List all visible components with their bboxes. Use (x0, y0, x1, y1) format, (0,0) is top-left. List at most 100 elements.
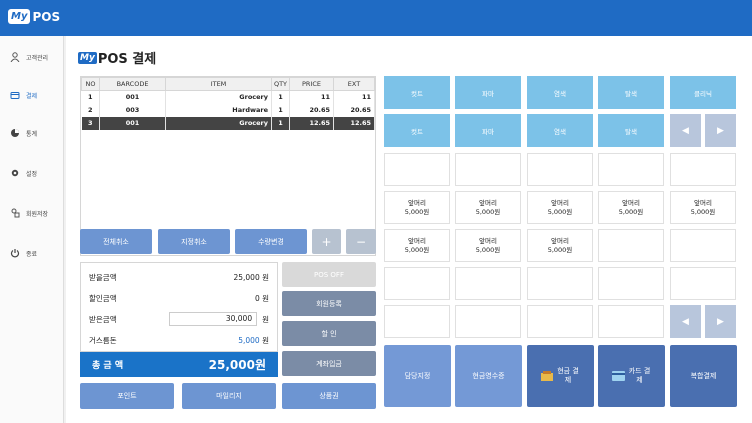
discount-label: 할인금액 (89, 293, 117, 303)
product-bangs[interactable]: 앞머리 5,000원 (527, 229, 593, 262)
category-bleach[interactable]: 탈색 (598, 76, 664, 109)
cell-barcode: 001 (99, 116, 166, 130)
product-bangs[interactable]: 앞머리 5,000원 (455, 229, 521, 262)
product-prev-button[interactable]: ◀ (670, 305, 701, 338)
chevron-right-icon: ▶ (717, 316, 724, 327)
product-slot-empty[interactable] (598, 305, 664, 338)
product-slot-empty[interactable] (670, 229, 736, 262)
col-qty: QTY (271, 77, 290, 91)
category-dye-2[interactable]: 염색 (527, 114, 593, 147)
category-prev-button[interactable]: ◀ (670, 114, 701, 147)
product-bangs[interactable]: 앞머리 5,000원 (598, 191, 664, 224)
sidebar: 고객관리 결제 통계 설정 회원저장 종료 (0, 36, 64, 423)
product-slot-empty[interactable] (527, 153, 593, 186)
product-name: 앞머리 (479, 236, 497, 245)
product-slot-empty[interactable] (384, 153, 450, 186)
card-pay-label: 카드 결제 (628, 367, 651, 384)
product-next-button[interactable]: ▶ (705, 305, 736, 338)
table-row[interactable]: 2 003 Hardware 1 20.65 20.65 (81, 103, 375, 117)
product-bangs[interactable]: 앞머리 5,000원 (384, 229, 450, 262)
sidebar-item-customers[interactable]: 고객관리 (0, 46, 64, 68)
discount-value: 0 원 (254, 293, 269, 303)
product-slot-empty[interactable] (598, 267, 664, 300)
gift-card-button[interactable]: 상품권 (282, 383, 376, 409)
product-bangs[interactable]: 앞머리 5,000원 (455, 191, 521, 224)
col-price: PRICE (289, 77, 334, 91)
product-slot-empty[interactable] (455, 267, 521, 300)
cell-barcode: 001 (99, 90, 166, 104)
product-slot-empty[interactable] (384, 267, 450, 300)
category-perm-2[interactable]: 파마 (455, 114, 521, 147)
complex-pay-button[interactable]: 복합결제 (670, 345, 737, 407)
product-slot-empty[interactable] (670, 267, 736, 300)
product-slot-empty[interactable] (598, 153, 664, 186)
received-input[interactable]: 30,000 (169, 312, 258, 326)
discount-button[interactable]: 할 인 (282, 321, 376, 346)
cell-item: Grocery (165, 116, 272, 130)
mileage-button[interactable]: 마일리지 (182, 383, 276, 409)
cash-receipt-button[interactable]: 현금영수증 (455, 345, 522, 407)
member-register-button[interactable]: 회원등록 (282, 291, 376, 316)
received-label: 받은금액 (89, 314, 117, 324)
product-slot-empty[interactable] (527, 305, 593, 338)
product-slot-empty[interactable] (455, 305, 521, 338)
category-dye[interactable]: 염색 (527, 76, 593, 109)
product-slot-empty[interactable] (384, 305, 450, 338)
change-qty-button[interactable]: 수량변경 (235, 229, 307, 254)
assign-staff-button[interactable]: 담당지정 (384, 345, 451, 407)
category-cut[interactable]: 컷트 (384, 76, 450, 109)
receivable-row: 받을금액 25,000 원 (89, 270, 269, 284)
product-slot-empty[interactable] (527, 267, 593, 300)
pos-off-button[interactable]: POS OFF (282, 262, 376, 287)
logo-my: My (8, 9, 31, 24)
total-bar: 총 금 액 25,000원 (80, 352, 278, 377)
product-bangs[interactable]: 앞머리 5,000원 (384, 191, 450, 224)
cancel-selected-button[interactable]: 지정취소 (158, 229, 230, 254)
category-perm[interactable]: 파마 (455, 76, 521, 109)
sidebar-item-stats[interactable]: 통계 (0, 122, 64, 144)
user-icon (10, 52, 20, 62)
product-bangs[interactable]: 앞머리 5,000원 (670, 191, 736, 224)
account-deposit-button[interactable]: 계좌입금 (282, 351, 376, 376)
cell-price: 20.65 (289, 103, 334, 117)
product-slot-empty[interactable] (455, 153, 521, 186)
receivable-value: 25,000 원 (233, 272, 269, 282)
cancel-all-button[interactable]: 전체취소 (80, 229, 152, 254)
sidebar-item-settings[interactable]: 설정 (0, 162, 64, 184)
received-unit: 원 (262, 314, 269, 324)
product-name: 앞머리 (694, 198, 712, 207)
cell-qty: 1 (271, 116, 290, 130)
change-label: 거스름돈 (89, 335, 117, 345)
col-ext: EXT (333, 77, 375, 91)
sidebar-item-label: 통계 (26, 130, 38, 138)
cash-icon (541, 371, 553, 381)
pie-chart-icon (11, 129, 19, 137)
plus-button[interactable]: + (312, 229, 341, 254)
received-row: 받은금액 30,000 원 (89, 312, 269, 326)
table-row[interactable]: 1 001 Grocery 1 11 11 (81, 90, 375, 104)
logo-pos: POS (32, 9, 61, 24)
cell-ext: 20.65 (333, 103, 375, 117)
card-icon (611, 371, 625, 381)
table-row-selected[interactable]: 3 001 Grocery 1 12.65 12.65 (81, 116, 375, 130)
card-pay-button[interactable]: 카드 결제 (598, 345, 665, 407)
app-logo: My POS (8, 9, 60, 24)
category-bleach-2[interactable]: 탈색 (598, 114, 664, 147)
product-slot-empty[interactable] (670, 153, 736, 186)
cash-pay-label: 현금 결제 (557, 367, 579, 384)
category-cut-2[interactable]: 컷트 (384, 114, 450, 147)
sidebar-item-payment[interactable]: 결제 (0, 84, 64, 106)
member-icon (11, 208, 20, 218)
category-clinic[interactable]: 클리닉 (670, 76, 736, 109)
sidebar-item-exit[interactable]: 종료 (0, 242, 64, 264)
sidebar-item-member[interactable]: 회원저장 (0, 202, 64, 224)
minus-button[interactable]: − (346, 229, 376, 254)
cell-item: Hardware (165, 103, 272, 117)
sidebar-item-label: 종료 (26, 250, 38, 258)
product-bangs[interactable]: 앞머리 5,000원 (527, 191, 593, 224)
product-slot-empty[interactable] (598, 229, 664, 262)
cash-pay-button[interactable]: 현금 결제 (527, 345, 594, 407)
product-price: 5,000원 (547, 245, 573, 254)
point-button[interactable]: 포인트 (80, 383, 174, 409)
category-next-button[interactable]: ▶ (705, 114, 736, 147)
